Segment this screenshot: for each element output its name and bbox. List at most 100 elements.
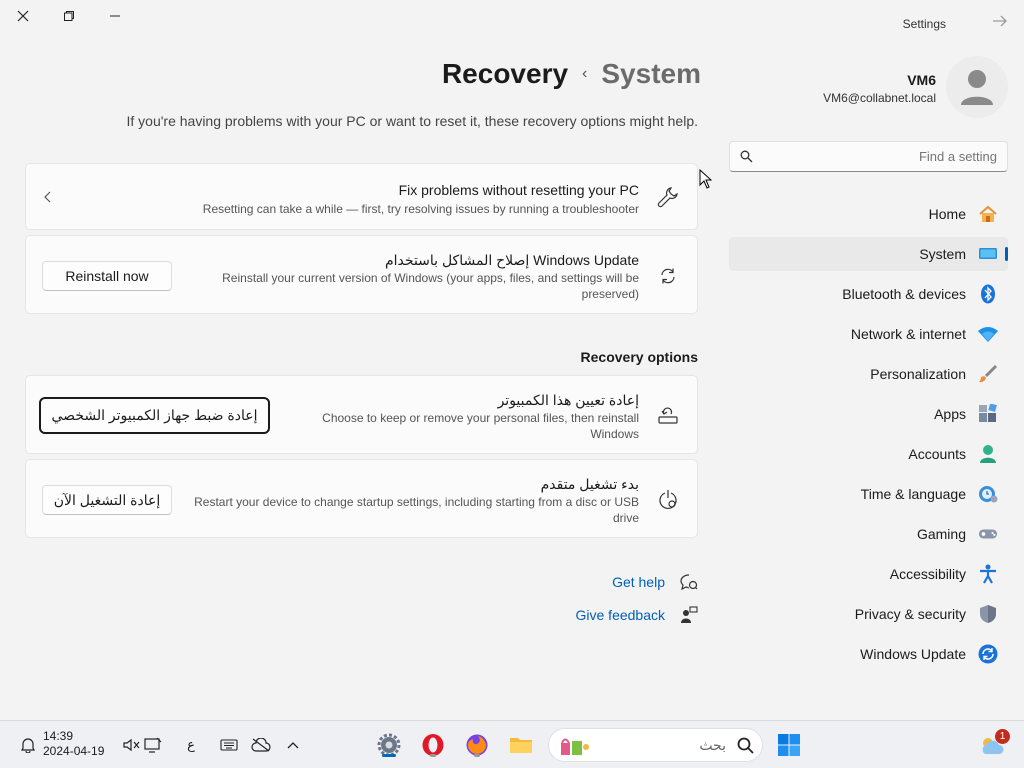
sidebar-item-system[interactable]: System bbox=[729, 237, 1008, 271]
avatar[interactable] bbox=[946, 56, 1008, 118]
taskbar-firefox-app[interactable] bbox=[463, 731, 491, 759]
sidebar-item-network[interactable]: Network & internet bbox=[729, 317, 1008, 351]
input-language-button[interactable]: ع bbox=[177, 731, 205, 759]
clock[interactable]: 14:39 2024-04-19 bbox=[43, 729, 104, 759]
sidebar-item-windows-update[interactable]: Windows Update bbox=[729, 637, 1008, 671]
sidebar-item-gaming[interactable]: Gaming bbox=[729, 517, 1008, 551]
sidebar-item-label: System bbox=[919, 246, 966, 262]
system-icon bbox=[978, 244, 998, 264]
taskbar-search-box[interactable]: بحث bbox=[548, 728, 763, 762]
start-button[interactable] bbox=[775, 731, 803, 759]
fix-with-windows-update-desc-1: Reinstall your current version of Window… bbox=[222, 271, 639, 285]
advanced-startup-icon bbox=[656, 488, 680, 512]
sidebar-item-accessibility[interactable]: Accessibility bbox=[729, 557, 1008, 591]
minimize-button[interactable] bbox=[105, 6, 125, 26]
search-highlight-icon bbox=[559, 733, 591, 760]
refresh-icon bbox=[656, 264, 680, 288]
taskbar-opera-app[interactable] bbox=[419, 731, 447, 759]
notifications-button[interactable] bbox=[14, 731, 42, 759]
fix-problems-title: Fix problems without resetting your PC bbox=[398, 182, 639, 198]
gaming-icon bbox=[978, 524, 998, 544]
user-icon bbox=[961, 70, 993, 105]
sidebar-item-bluetooth[interactable]: Bluetooth & devices bbox=[729, 277, 1008, 311]
restart-now-button[interactable]: إعادة التشغيل الآن bbox=[42, 485, 172, 515]
network-button[interactable] bbox=[139, 731, 167, 759]
sidebar-item-personalization[interactable]: Personalization bbox=[729, 357, 1008, 391]
advanced-startup-desc-2: drive bbox=[612, 511, 639, 525]
reset-pc-title: إعادة تعيين هذا الكمبيوتر bbox=[497, 392, 639, 408]
sidebar-item-label: Privacy & security bbox=[854, 606, 966, 622]
back-button[interactable] bbox=[992, 14, 1008, 33]
breadcrumb-parent[interactable]: System bbox=[601, 58, 701, 90]
page-subtitle: If you're having problems with your PC o… bbox=[126, 113, 699, 129]
user-email: VM6@collabnet.local bbox=[823, 91, 936, 105]
get-help-link[interactable]: Get help bbox=[612, 574, 665, 590]
keyboard-icon bbox=[220, 739, 238, 751]
search-icon bbox=[737, 737, 754, 757]
reset-pc-card: إعادة ضبط جهاز الكمبيوتر الشخصي إعادة تع… bbox=[25, 375, 698, 454]
sidebar-item-apps[interactable]: Apps bbox=[729, 397, 1008, 431]
restore-icon bbox=[64, 11, 74, 21]
search-box[interactable] bbox=[729, 141, 1008, 172]
sidebar-item-privacy[interactable]: Privacy & security bbox=[729, 597, 1008, 631]
windows-update-icon bbox=[978, 644, 998, 664]
sidebar-item-home[interactable]: Home bbox=[729, 197, 1008, 231]
app-title: Settings bbox=[902, 17, 946, 31]
onedrive-button[interactable] bbox=[247, 731, 275, 759]
search-input[interactable] bbox=[767, 142, 997, 171]
reset-pc-button[interactable]: إعادة ضبط جهاز الكمبيوتر الشخصي bbox=[39, 397, 270, 434]
fix-with-windows-update-card: Reinstall now إصلاح المشاكل باستخدام Win… bbox=[25, 235, 698, 314]
sidebar-item-label: Bluetooth & devices bbox=[842, 286, 966, 302]
breadcrumb-separator: ‹ bbox=[582, 65, 588, 82]
cloud-offline-icon bbox=[251, 738, 271, 752]
recovery-options-heading: Recovery options bbox=[580, 349, 698, 365]
bluetooth-icon bbox=[978, 284, 998, 304]
network-disconnected-icon bbox=[144, 737, 162, 753]
help-icon bbox=[680, 573, 698, 594]
sidebar-item-time-language[interactable]: Time & language bbox=[729, 477, 1008, 511]
taskbar-settings-app[interactable] bbox=[375, 731, 403, 759]
apps-icon bbox=[978, 404, 998, 424]
notification-badge: 1 bbox=[995, 729, 1010, 744]
reset-pc-desc-2: Windows bbox=[590, 427, 639, 441]
sidebar-item-accounts[interactable]: Accounts bbox=[729, 437, 1008, 471]
close-button[interactable] bbox=[13, 6, 33, 26]
show-hidden-icons-button[interactable] bbox=[279, 731, 307, 759]
give-feedback-link[interactable]: Give feedback bbox=[576, 607, 666, 623]
accessibility-icon bbox=[978, 564, 998, 584]
taskbar-search-placeholder: بحث bbox=[699, 737, 726, 753]
reinstall-now-button[interactable]: Reinstall now bbox=[42, 261, 172, 291]
breadcrumb-current: Recovery bbox=[441, 58, 569, 89]
mouse-cursor bbox=[699, 168, 713, 192]
taskbar: 14:39 2024-04-19 ع بحث 1 bbox=[0, 720, 1024, 768]
sidebar-item-label: Home bbox=[928, 206, 966, 222]
brush-icon bbox=[978, 364, 998, 384]
clock-time: 14:39 bbox=[43, 729, 74, 743]
search-icon bbox=[740, 150, 753, 166]
sidebar-item-label: Gaming bbox=[916, 526, 966, 542]
sidebar-item-label: Windows Update bbox=[860, 646, 966, 662]
fix-with-windows-update-desc-2: preserved) bbox=[581, 287, 639, 301]
fix-problems-card[interactable]: Fix problems without resetting your PC R… bbox=[25, 163, 698, 230]
speaker-muted-icon bbox=[123, 738, 140, 752]
sidebar-item-label: Personalization bbox=[870, 366, 966, 382]
sidebar-item-label: Accounts bbox=[908, 446, 966, 462]
home-icon bbox=[978, 204, 998, 224]
widgets-button[interactable]: 1 bbox=[978, 729, 1010, 759]
advanced-startup-title: بدء تشغيل متقدم bbox=[540, 476, 639, 492]
sidebar-item-label: Time & language bbox=[860, 486, 966, 502]
restore-button[interactable] bbox=[59, 6, 79, 26]
breadcrumb: Recovery ‹ System bbox=[442, 58, 701, 90]
reset-pc-desc-1: Choose to keep or remove your personal f… bbox=[322, 411, 639, 425]
bell-icon bbox=[21, 738, 35, 753]
sidebar-item-label: Accessibility bbox=[889, 566, 966, 582]
advanced-startup-card: إعادة التشغيل الآن بدء تشغيل متقدم Resta… bbox=[25, 459, 698, 538]
user-name: VM6 bbox=[907, 72, 936, 88]
accounts-icon bbox=[978, 444, 998, 464]
running-indicator bbox=[430, 754, 436, 757]
taskbar-file-explorer-app[interactable] bbox=[507, 731, 535, 759]
shield-icon bbox=[978, 604, 998, 624]
advanced-startup-desc-1: Restart your device to change startup se… bbox=[194, 495, 639, 509]
time-language-icon bbox=[978, 484, 998, 504]
touch-keyboard-button[interactable] bbox=[215, 731, 243, 759]
